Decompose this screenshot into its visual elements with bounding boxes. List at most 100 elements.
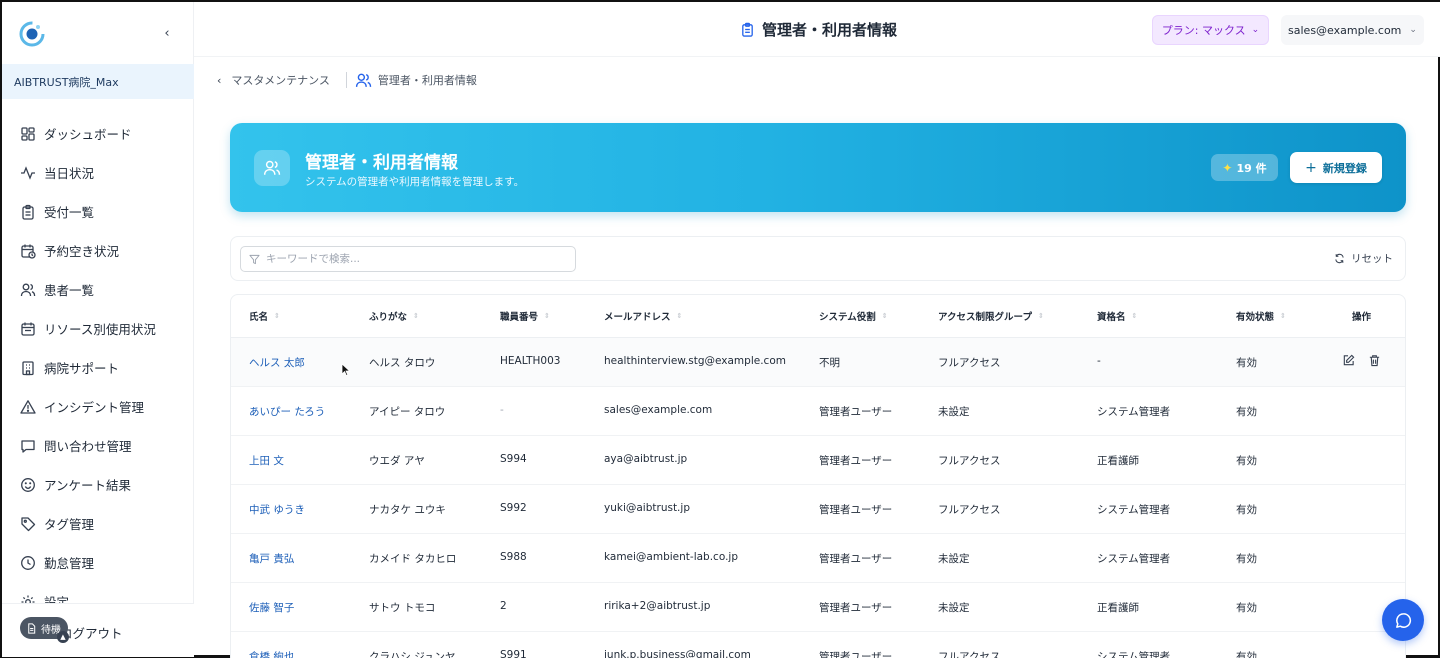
- building-icon: [20, 360, 36, 376]
- user-name-link[interactable]: 亀戸 貴弘: [249, 551, 294, 566]
- cell-kana: ナカタケ ユウキ: [369, 504, 446, 516]
- search-box[interactable]: [240, 246, 576, 272]
- cell-status: 有効: [1236, 455, 1257, 467]
- column-header-name[interactable]: 氏名 ⇕: [249, 309, 280, 323]
- cell-access: フルアクセス: [938, 455, 1001, 467]
- chevron-down-icon: ⌄: [1251, 25, 1260, 35]
- logout-button[interactable]: ログアウト: [60, 623, 123, 642]
- breadcrumb-parent[interactable]: マスタメンテナンス: [231, 72, 329, 88]
- chevron-up-icon[interactable]: ▲: [57, 631, 69, 643]
- back-chevron-icon[interactable]: ‹: [217, 74, 221, 87]
- cell-role: 管理者ユーザー: [819, 553, 893, 565]
- new-registration-button[interactable]: + 新規登録: [1290, 152, 1382, 183]
- sidebar-item-label: タグ管理: [44, 517, 95, 532]
- sidebar-item-reception[interactable]: 受付一覧: [2, 192, 194, 231]
- column-header-status[interactable]: 有効状態 ⇕: [1236, 309, 1286, 323]
- cell-qualification: システム管理者: [1097, 553, 1171, 565]
- column-header-access[interactable]: アクセス制限グループ ⇕: [938, 309, 1044, 323]
- table-row[interactable]: あいぴー たろう アイピー タロウ - sales@example.com 管理…: [231, 387, 1405, 436]
- cell-email: sales@example.com: [604, 404, 713, 416]
- tenant-name[interactable]: AIBTRUST病院_Max: [2, 64, 194, 99]
- sidebar-item-label: 病院サポート: [44, 361, 120, 376]
- sidebar-item-incidents[interactable]: インシデント管理: [2, 387, 194, 426]
- app-logo[interactable]: [19, 21, 45, 47]
- cell-email: ririka+2@aibtrust.jp: [604, 600, 711, 612]
- reset-button[interactable]: リセット: [1334, 251, 1393, 266]
- collapse-sidebar-button[interactable]: ‹: [158, 24, 176, 42]
- sidebar-item-resources[interactable]: リソース別使用状況: [2, 309, 194, 348]
- sidebar-item-label: アンケート結果: [44, 478, 132, 493]
- user-name-link[interactable]: あいぴー たろう: [249, 404, 325, 419]
- table-row[interactable]: 倉橋 絢也 クラハシ ジュンヤ S991 junk.p.business@gma…: [231, 632, 1405, 658]
- cell-email: healthinterview.stg@example.com: [604, 355, 786, 367]
- sidebar-item-label: 勤怠管理: [44, 556, 95, 571]
- plan-label: プラン: マックス: [1161, 24, 1246, 37]
- chevron-down-icon: ⌄: [1409, 25, 1417, 35]
- sidebar-item-today[interactable]: 当日状況: [2, 153, 194, 192]
- cell-qualification: 正看護師: [1097, 602, 1139, 614]
- cell-staff-no: S994: [500, 453, 527, 465]
- trash-icon[interactable]: [1368, 354, 1381, 367]
- user-menu[interactable]: sales@example.com ⌄: [1281, 15, 1424, 45]
- message-icon: [20, 438, 36, 454]
- calendar-clock-icon: [20, 243, 36, 259]
- column-header-qualification[interactable]: 資格名 ⇕: [1097, 309, 1137, 323]
- table-row[interactable]: 中武 ゆうき ナカタケ ユウキ S992 yuki@aibtrust.jp 管理…: [231, 485, 1405, 534]
- column-header-kana[interactable]: ふりがな ⇕: [369, 309, 419, 323]
- sidebar-item-tags[interactable]: タグ管理: [2, 504, 194, 543]
- cell-status: 有効: [1236, 651, 1257, 658]
- table-row[interactable]: ヘルス 太郎 ヘルス タロウ HEALTH003 healthinterview…: [231, 338, 1405, 387]
- refresh-icon: [1335, 253, 1344, 264]
- table-row[interactable]: 佐藤 智子 サトウ トモコ 2 ririka+2@aibtrust.jp 管理者…: [231, 583, 1405, 632]
- cell-access: 未設定: [938, 406, 970, 418]
- column-header-role[interactable]: システム役割 ⇕: [819, 309, 888, 323]
- sort-icon: ⇕: [544, 312, 550, 320]
- chat-button[interactable]: [1382, 599, 1424, 641]
- document-icon: [28, 622, 36, 634]
- cell-role: 管理者ユーザー: [819, 504, 893, 516]
- sidebar-item-label: インシデント管理: [44, 400, 145, 415]
- clipboard-icon: [742, 22, 753, 37]
- user-name-link[interactable]: 中武 ゆうき: [249, 502, 305, 517]
- cell-kana: サトウ トモコ: [369, 602, 436, 614]
- clipboard-icon: [20, 204, 36, 220]
- edit-icon[interactable]: [1342, 354, 1355, 367]
- sidebar-item-surveys[interactable]: アンケート結果: [2, 465, 194, 504]
- cell-status: 有効: [1236, 602, 1257, 614]
- sidebar-item-dashboard[interactable]: ダッシュボード: [2, 114, 194, 153]
- plan-dropdown[interactable]: プラン: マックス ⌄: [1152, 15, 1269, 45]
- user-name-link[interactable]: 上田 文: [249, 453, 284, 468]
- sidebar-item-inquiries[interactable]: 問い合わせ管理: [2, 426, 194, 465]
- sidebar-item-availability[interactable]: 予約空き状況: [2, 231, 194, 270]
- column-header-staff-no[interactable]: 職員番号 ⇕: [500, 309, 550, 323]
- cell-status: 有効: [1236, 406, 1257, 418]
- record-count: 19 件: [1236, 161, 1267, 175]
- column-header-email[interactable]: メールアドレス ⇕: [604, 309, 682, 323]
- table-row[interactable]: 上田 文 ウエダ アヤ S994 aya@aibtrust.jp 管理者ユーザー…: [231, 436, 1405, 485]
- cell-staff-no: S991: [500, 649, 527, 658]
- cell-qualification: システム管理者: [1097, 504, 1171, 516]
- sidebar-item-patients[interactable]: 患者一覧: [2, 270, 194, 309]
- table-row[interactable]: 亀戸 貴弘 カメイド タカヒロ S988 kamei@ambient-lab.c…: [231, 534, 1405, 583]
- clock-icon: [20, 555, 36, 571]
- cell-email: kamei@ambient-lab.co.jp: [604, 551, 738, 563]
- users-icon: [254, 150, 290, 186]
- cell-qualification: -: [1097, 355, 1101, 367]
- cell-staff-no: -: [500, 404, 504, 416]
- cell-status: 有効: [1236, 357, 1257, 369]
- cell-qualification: システム管理者: [1097, 406, 1171, 418]
- sidebar-item-support[interactable]: 病院サポート: [2, 348, 194, 387]
- filter-bar: リセット: [230, 236, 1406, 281]
- chat-icon: [1395, 612, 1411, 628]
- plus-icon: +: [1305, 159, 1317, 176]
- cell-access: フルアクセス: [938, 504, 1001, 516]
- user-email: sales@example.com: [1288, 23, 1402, 37]
- user-name-link[interactable]: 倉橋 絢也: [249, 649, 294, 658]
- user-name-link[interactable]: ヘルス 太郎: [249, 355, 305, 370]
- sort-icon: ⇕: [676, 312, 683, 320]
- cell-access: 未設定: [938, 602, 970, 614]
- user-name-link[interactable]: 佐藤 智子: [249, 600, 294, 615]
- search-input[interactable]: [266, 253, 556, 265]
- sidebar-item-attendance[interactable]: 勤怠管理: [2, 543, 194, 582]
- cell-qualification: 正看護師: [1097, 455, 1139, 467]
